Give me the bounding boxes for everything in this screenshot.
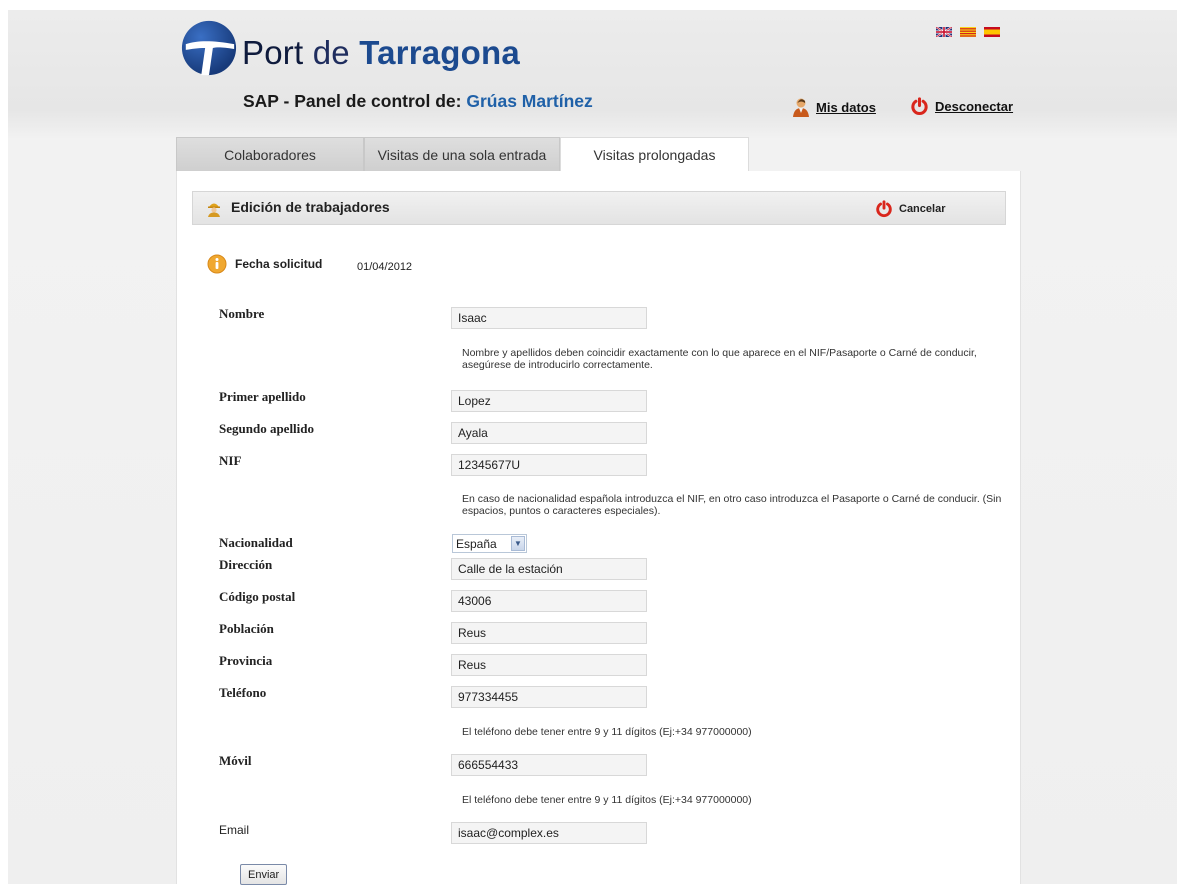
panel-subtitle: SAP - Panel de control de: Grúas Martíne…	[243, 91, 593, 112]
tab-colaboradores-label: Colaboradores	[224, 146, 316, 163]
logo-word-tarragona: Tarragona	[359, 34, 520, 71]
nacionalidad-select[interactable]: España ▼	[452, 534, 527, 553]
user-icon	[793, 98, 809, 117]
tab-visitas-prolongadas-label: Visitas prolongadas	[593, 147, 716, 163]
language-selector	[936, 27, 1000, 37]
nombre-help: Nombre y apellidos deben coincidir exact…	[462, 347, 977, 371]
segundo-apellido-label: Segundo apellido	[219, 421, 315, 436]
tab-colaboradores[interactable]: Colaboradores	[176, 137, 364, 171]
provincia-input[interactable]: Reus	[451, 654, 647, 676]
nif-help: En caso de nacionalidad española introdu…	[462, 493, 1002, 517]
telefono-help: El teléfono debe tener entre 9 y 11 dígi…	[462, 726, 752, 738]
en-flag-icon[interactable]	[936, 27, 952, 37]
codigo-postal-input[interactable]: 43006	[451, 590, 647, 612]
logo-word-port: Port	[242, 34, 304, 71]
nombre-input[interactable]: Isaac	[451, 307, 647, 329]
email-label: Email	[219, 823, 250, 837]
content-panel: Edición de trabajadores Cancelar Fecha s…	[176, 171, 1021, 885]
logo-word-de: de	[312, 34, 350, 71]
enviar-button[interactable]: Enviar	[240, 864, 288, 885]
subtitle-prefix: SAP - Panel de control de:	[243, 91, 462, 111]
direccion-label: Dirección	[219, 557, 273, 572]
movil-input[interactable]: 666554433	[451, 754, 647, 776]
movil-label: Móvil	[219, 753, 252, 768]
tab-bar: Colaboradores Visitas de una sola entrad…	[176, 137, 749, 172]
page-background: Port de Tarragona SAP - Panel de control…	[8, 10, 1177, 885]
mis-datos-label: Mis datos	[816, 99, 876, 115]
power-icon	[911, 97, 928, 116]
primer-apellido-label: Primer apellido	[219, 389, 306, 404]
port-logo-icon	[181, 20, 237, 76]
movil-help: El teléfono debe tener entre 9 y 11 dígi…	[462, 794, 752, 806]
desconectar-label: Desconectar	[935, 99, 1014, 114]
codigo-postal-label: Código postal	[219, 589, 296, 604]
desconectar-link[interactable]: Desconectar	[910, 97, 1013, 116]
nif-input[interactable]: 12345677U	[451, 454, 647, 476]
provincia-label: Provincia	[219, 653, 273, 668]
primer-apellido-input[interactable]: Lopez	[451, 390, 647, 412]
power-icon	[876, 200, 892, 218]
segundo-apellido-input[interactable]: Ayala	[451, 422, 647, 444]
tab-visitas-prolongadas[interactable]: Visitas prolongadas	[560, 137, 749, 172]
direccion-input[interactable]: Calle de la estación	[451, 558, 647, 580]
cancel-button[interactable]: Cancelar	[875, 200, 945, 218]
fecha-solicitud-row: Fecha solicitud 01/04/2012	[207, 254, 412, 274]
tab-visitas-una-entrada[interactable]: Visitas de una sola entrada	[364, 137, 560, 171]
telefono-input[interactable]: 977334455	[451, 686, 647, 708]
nacionalidad-label: Nacionalidad	[219, 535, 293, 550]
poblacion-input[interactable]: Reus	[451, 622, 647, 644]
nombre-label: Nombre	[219, 306, 265, 321]
fecha-solicitud-label: Fecha solicitud	[235, 257, 323, 271]
info-icon	[207, 254, 227, 274]
edit-header-bar: Edición de trabajadores Cancelar	[192, 191, 1006, 225]
fecha-solicitud-value: 01/04/2012	[357, 261, 413, 273]
edit-title: Edición de trabajadores	[231, 199, 390, 215]
telefono-label: Teléfono	[219, 685, 267, 700]
company-name: Grúas Martínez	[466, 91, 593, 111]
mis-datos-link[interactable]: Mis datos	[792, 97, 876, 117]
chevron-down-icon[interactable]: ▼	[511, 536, 525, 551]
worker-icon	[208, 203, 220, 217]
nacionalidad-selected: España	[456, 536, 497, 551]
poblacion-label: Población	[219, 621, 274, 636]
port-logo: Port de Tarragona	[180, 14, 520, 82]
tab-visitas-una-entrada-label: Visitas de una sola entrada	[377, 146, 547, 163]
ca-flag-icon[interactable]	[960, 27, 976, 37]
cancel-label: Cancelar	[899, 203, 946, 215]
es-flag-icon[interactable]	[984, 27, 1000, 37]
nif-label: NIF	[219, 453, 242, 468]
email-input[interactable]: isaac@complex.es	[451, 822, 647, 844]
